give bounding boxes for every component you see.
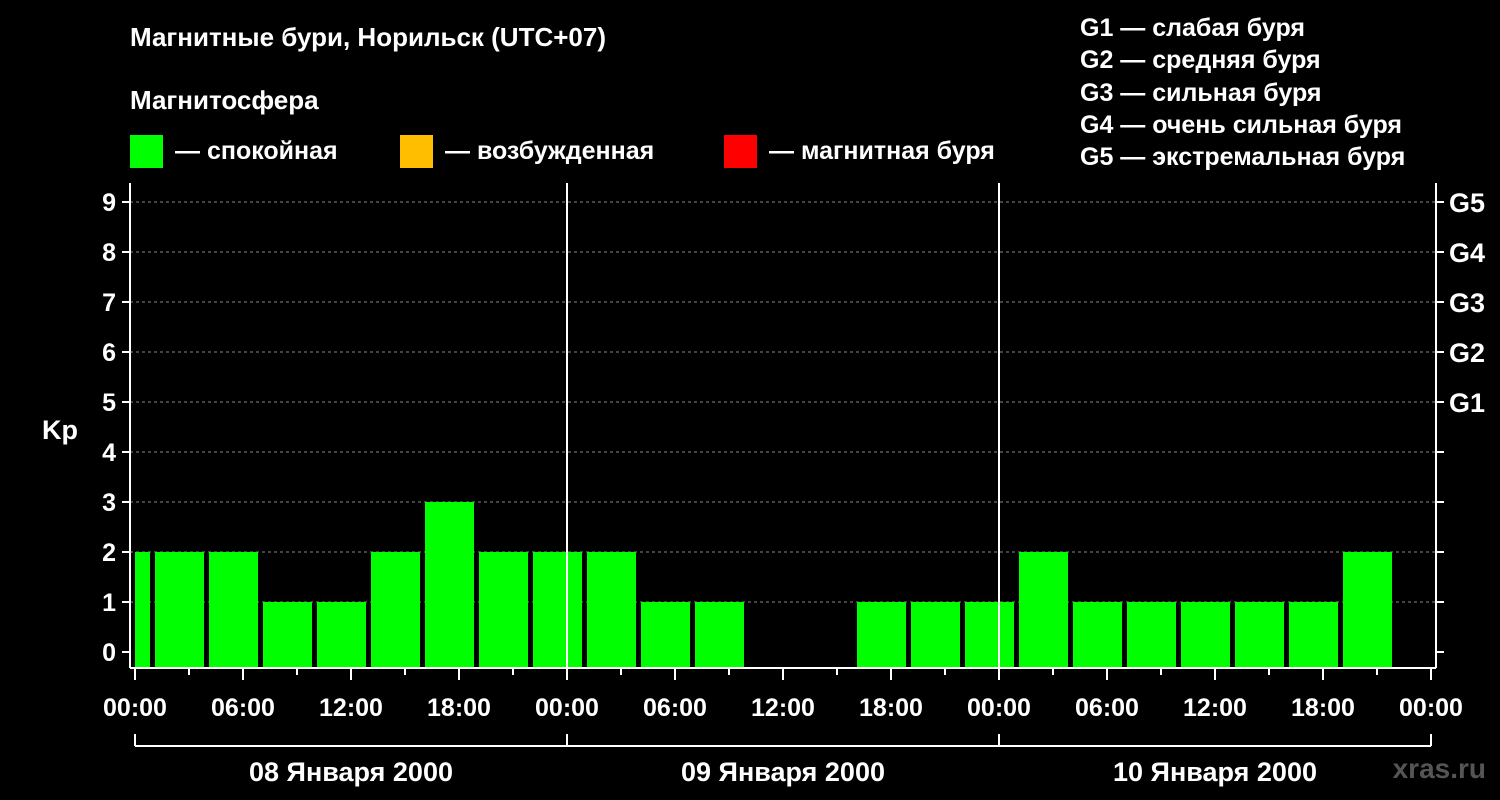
x-tick-label: 06:00 xyxy=(1075,694,1139,722)
kp-bar xyxy=(1127,602,1176,668)
day-label: 09 Января 2000 xyxy=(681,757,885,787)
kp-bar xyxy=(263,602,312,668)
kp-bar xyxy=(1181,602,1230,668)
x-tick-label: 18:00 xyxy=(1291,694,1355,722)
kp-bar xyxy=(135,552,150,668)
x-tick-label: 12:00 xyxy=(1183,694,1247,722)
watermark: xras.ru xyxy=(1392,753,1486,784)
kp-bar xyxy=(1235,602,1284,668)
g-level-label: G3 xyxy=(1449,288,1485,318)
day-label: 10 Января 2000 xyxy=(1113,757,1317,787)
kp-bar xyxy=(695,602,744,668)
y-tick-label: 6 xyxy=(102,339,116,367)
y-tick-label: 3 xyxy=(102,489,116,517)
kp-bar-chart: 0 1 2 3 4 5 6 7 8 9 G1 G2 G3 G4 G5 Kp 00:00 06:00 12:00 18:… xyxy=(42,183,1485,787)
x-tick-label: 12:00 xyxy=(751,694,815,722)
kp-bar xyxy=(371,552,420,668)
kp-bar xyxy=(641,602,690,668)
x-tick-label: 12:00 xyxy=(319,694,383,722)
kp-bar xyxy=(1343,552,1392,668)
y-axis-label: Kp xyxy=(42,415,78,445)
kp-bar xyxy=(479,552,528,668)
x-tick-label: 06:00 xyxy=(643,694,707,722)
kp-bar xyxy=(1073,602,1122,668)
x-tick-label: 00:00 xyxy=(535,694,599,722)
kp-bar xyxy=(533,552,582,668)
kp-bar xyxy=(965,602,1014,668)
y-tick-label: 2 xyxy=(102,539,116,567)
x-tick-label: 00:00 xyxy=(103,694,167,722)
g-level-label: G5 xyxy=(1449,188,1485,218)
g-level-label: G2 xyxy=(1449,338,1485,368)
kp-bar xyxy=(209,552,258,668)
y-tick-label: 5 xyxy=(102,389,116,417)
kp-bar xyxy=(425,502,474,668)
x-tick-label: 06:00 xyxy=(211,694,275,722)
x-tick-label: 18:00 xyxy=(427,694,491,722)
kp-bar xyxy=(911,602,960,668)
kp-bar xyxy=(1289,602,1338,668)
y-tick-label: 4 xyxy=(102,439,116,467)
kp-bar xyxy=(587,552,636,668)
y-tick-label: 7 xyxy=(102,289,116,317)
x-tick-label: 18:00 xyxy=(859,694,923,722)
y-tick-label: 8 xyxy=(102,239,116,267)
kp-bar xyxy=(857,602,906,668)
y-tick-label: 0 xyxy=(102,639,116,667)
kp-bar xyxy=(1019,552,1068,668)
x-tick-label: 00:00 xyxy=(967,694,1031,722)
y-tick-label: 1 xyxy=(102,589,116,617)
x-tick-label: 00:00 xyxy=(1399,694,1463,722)
g-level-label: G4 xyxy=(1449,238,1485,268)
y-tick-label: 9 xyxy=(102,189,116,217)
g-level-label: G1 xyxy=(1449,388,1485,418)
kp-bar xyxy=(155,552,204,668)
kp-bar xyxy=(317,602,366,668)
day-label: 08 Января 2000 xyxy=(249,757,453,787)
